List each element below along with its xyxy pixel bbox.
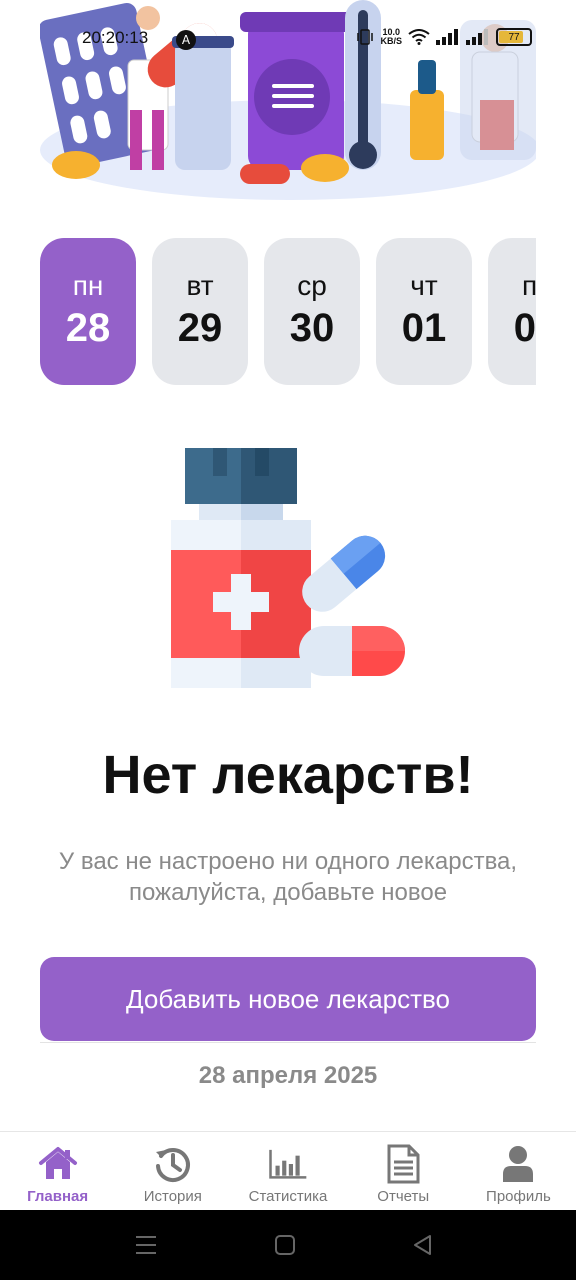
status-bar: 20:20:13 A 10.0 KB/S 77 bbox=[0, 22, 576, 56]
battery-level: 77 bbox=[508, 31, 520, 43]
day-number: 01 bbox=[401, 306, 447, 350]
divider bbox=[40, 1042, 536, 1043]
nav-label: Профиль bbox=[486, 1188, 551, 1205]
wifi-icon bbox=[408, 29, 430, 45]
day-card[interactable]: ср 30 bbox=[264, 238, 360, 385]
chart-icon bbox=[269, 1149, 307, 1179]
app-notification-icon: A bbox=[176, 30, 196, 50]
signal-icon bbox=[436, 29, 458, 45]
day-card[interactable]: чт 01 bbox=[376, 238, 472, 385]
nav-item-statistics[interactable]: Статистика bbox=[230, 1132, 345, 1210]
status-indicators: 10.0 KB/S 77 bbox=[356, 28, 532, 46]
nav-item-history[interactable]: История bbox=[115, 1132, 230, 1210]
day-name: вт bbox=[186, 270, 214, 301]
network-speed-unit: KB/S bbox=[380, 36, 402, 46]
signal-icon-2 bbox=[466, 29, 488, 45]
day-selector[interactable]: пн 28 вт 29 ср 30 чт 01 пт 02 bbox=[40, 238, 536, 386]
system-navigation-bar bbox=[0, 1210, 576, 1280]
history-icon bbox=[155, 1148, 190, 1183]
current-date: 28 апреля 2025 bbox=[198, 1062, 378, 1089]
day-name: чт bbox=[410, 270, 438, 301]
status-time: 20:20:13 bbox=[82, 28, 149, 47]
day-name: пн bbox=[72, 270, 104, 301]
back-icon[interactable] bbox=[410, 1232, 436, 1258]
user-icon bbox=[503, 1146, 534, 1182]
nav-label: Отчеты bbox=[377, 1188, 430, 1205]
day-number: 02 bbox=[513, 306, 536, 350]
day-name: ср bbox=[297, 270, 327, 301]
network-speed: 10.0 KB/S bbox=[380, 28, 402, 46]
nav-item-profile[interactable]: Профиль bbox=[461, 1132, 576, 1210]
battery-icon: 77 bbox=[496, 28, 532, 46]
day-card-selected[interactable]: пн 28 bbox=[40, 238, 136, 385]
day-card[interactable]: пт 02 bbox=[488, 238, 536, 385]
home-icon bbox=[38, 1147, 77, 1179]
nav-label: Главная bbox=[27, 1188, 89, 1205]
day-number: 29 bbox=[177, 306, 223, 350]
day-number: 28 bbox=[65, 306, 111, 350]
bottom-navigation: Главная История Статистика Отчеты Профил… bbox=[0, 1131, 576, 1210]
empty-state-line-2: пожалуйста, добавьте новое bbox=[128, 879, 448, 906]
day-number: 30 bbox=[289, 306, 335, 350]
nav-item-reports[interactable]: Отчеты bbox=[346, 1132, 461, 1210]
day-name: пт bbox=[522, 270, 536, 301]
day-card[interactable]: вт 29 bbox=[152, 238, 248, 385]
empty-state-line-1: У вас не настроено ни одного лекарства, bbox=[58, 848, 518, 875]
nav-label: История bbox=[143, 1188, 202, 1205]
menu-icon[interactable] bbox=[133, 1232, 159, 1258]
medicine-bottle-illustration bbox=[168, 448, 408, 692]
add-medicine-button[interactable]: Добавить новое лекарство bbox=[40, 957, 536, 1041]
nav-label: Статистика bbox=[248, 1188, 328, 1205]
nav-item-home[interactable]: Главная bbox=[0, 1132, 115, 1210]
home-button-icon[interactable] bbox=[272, 1232, 298, 1258]
document-icon bbox=[387, 1144, 420, 1184]
vibrate-icon bbox=[357, 29, 374, 45]
empty-state-description: У вас не настроено ни одного лекарства, … bbox=[30, 846, 546, 908]
empty-state-title: Нет лекарств! bbox=[102, 745, 474, 805]
